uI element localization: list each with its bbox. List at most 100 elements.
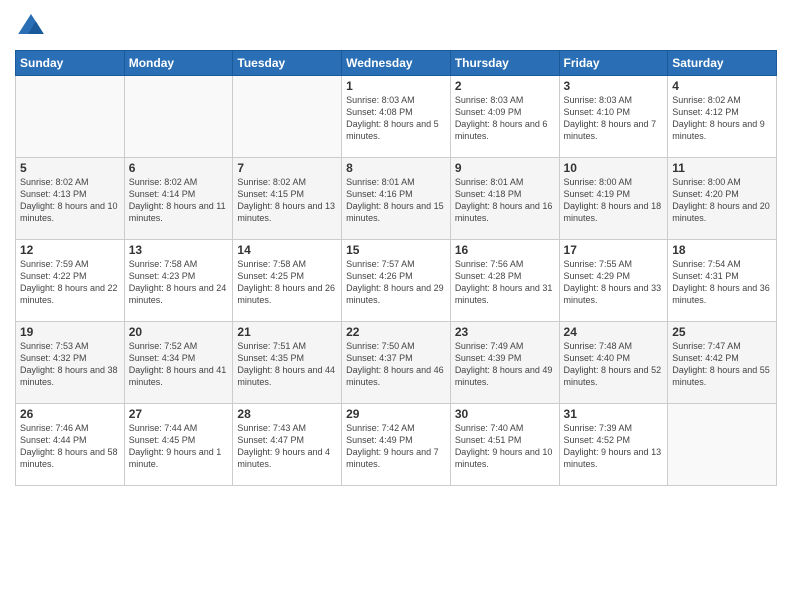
day-info: Sunrise: 7:48 AM Sunset: 4:40 PM Dayligh… bbox=[564, 340, 664, 389]
day-number: 17 bbox=[564, 243, 664, 257]
calendar-cell: 12Sunrise: 7:59 AM Sunset: 4:22 PM Dayli… bbox=[16, 240, 125, 322]
day-info: Sunrise: 8:03 AM Sunset: 4:09 PM Dayligh… bbox=[455, 94, 555, 143]
day-info: Sunrise: 7:40 AM Sunset: 4:51 PM Dayligh… bbox=[455, 422, 555, 471]
calendar-cell: 3Sunrise: 8:03 AM Sunset: 4:10 PM Daylig… bbox=[559, 76, 668, 158]
day-number: 22 bbox=[346, 325, 446, 339]
day-info: Sunrise: 8:02 AM Sunset: 4:13 PM Dayligh… bbox=[20, 176, 120, 225]
calendar-cell: 30Sunrise: 7:40 AM Sunset: 4:51 PM Dayli… bbox=[450, 404, 559, 486]
day-number: 28 bbox=[237, 407, 337, 421]
day-info: Sunrise: 8:00 AM Sunset: 4:19 PM Dayligh… bbox=[564, 176, 664, 225]
day-number: 24 bbox=[564, 325, 664, 339]
weekday-header-tuesday: Tuesday bbox=[233, 51, 342, 76]
calendar-cell: 1Sunrise: 8:03 AM Sunset: 4:08 PM Daylig… bbox=[342, 76, 451, 158]
day-info: Sunrise: 7:43 AM Sunset: 4:47 PM Dayligh… bbox=[237, 422, 337, 471]
calendar-cell bbox=[668, 404, 777, 486]
day-info: Sunrise: 7:57 AM Sunset: 4:26 PM Dayligh… bbox=[346, 258, 446, 307]
day-number: 31 bbox=[564, 407, 664, 421]
day-number: 27 bbox=[129, 407, 229, 421]
day-info: Sunrise: 7:59 AM Sunset: 4:22 PM Dayligh… bbox=[20, 258, 120, 307]
calendar-week-1: 1Sunrise: 8:03 AM Sunset: 4:08 PM Daylig… bbox=[16, 76, 777, 158]
day-number: 26 bbox=[20, 407, 120, 421]
day-info: Sunrise: 7:46 AM Sunset: 4:44 PM Dayligh… bbox=[20, 422, 120, 471]
calendar-cell: 28Sunrise: 7:43 AM Sunset: 4:47 PM Dayli… bbox=[233, 404, 342, 486]
calendar-cell: 9Sunrise: 8:01 AM Sunset: 4:18 PM Daylig… bbox=[450, 158, 559, 240]
day-info: Sunrise: 7:50 AM Sunset: 4:37 PM Dayligh… bbox=[346, 340, 446, 389]
day-number: 16 bbox=[455, 243, 555, 257]
day-info: Sunrise: 8:01 AM Sunset: 4:16 PM Dayligh… bbox=[346, 176, 446, 225]
day-info: Sunrise: 7:49 AM Sunset: 4:39 PM Dayligh… bbox=[455, 340, 555, 389]
day-number: 2 bbox=[455, 79, 555, 93]
calendar-cell: 16Sunrise: 7:56 AM Sunset: 4:28 PM Dayli… bbox=[450, 240, 559, 322]
day-number: 15 bbox=[346, 243, 446, 257]
day-number: 6 bbox=[129, 161, 229, 175]
calendar-cell: 6Sunrise: 8:02 AM Sunset: 4:14 PM Daylig… bbox=[124, 158, 233, 240]
calendar-cell: 10Sunrise: 8:00 AM Sunset: 4:19 PM Dayli… bbox=[559, 158, 668, 240]
day-info: Sunrise: 7:52 AM Sunset: 4:34 PM Dayligh… bbox=[129, 340, 229, 389]
day-info: Sunrise: 8:02 AM Sunset: 4:15 PM Dayligh… bbox=[237, 176, 337, 225]
calendar-cell: 19Sunrise: 7:53 AM Sunset: 4:32 PM Dayli… bbox=[16, 322, 125, 404]
logo-icon bbox=[15, 10, 47, 42]
calendar-cell bbox=[16, 76, 125, 158]
day-number: 1 bbox=[346, 79, 446, 93]
calendar-week-3: 12Sunrise: 7:59 AM Sunset: 4:22 PM Dayli… bbox=[16, 240, 777, 322]
day-info: Sunrise: 8:02 AM Sunset: 4:12 PM Dayligh… bbox=[672, 94, 772, 143]
day-info: Sunrise: 7:47 AM Sunset: 4:42 PM Dayligh… bbox=[672, 340, 772, 389]
weekday-header-monday: Monday bbox=[124, 51, 233, 76]
calendar-cell: 25Sunrise: 7:47 AM Sunset: 4:42 PM Dayli… bbox=[668, 322, 777, 404]
day-info: Sunrise: 8:01 AM Sunset: 4:18 PM Dayligh… bbox=[455, 176, 555, 225]
calendar-cell: 27Sunrise: 7:44 AM Sunset: 4:45 PM Dayli… bbox=[124, 404, 233, 486]
weekday-header-sunday: Sunday bbox=[16, 51, 125, 76]
day-number: 4 bbox=[672, 79, 772, 93]
weekday-header-friday: Friday bbox=[559, 51, 668, 76]
calendar-header bbox=[15, 10, 777, 42]
calendar-cell: 14Sunrise: 7:58 AM Sunset: 4:25 PM Dayli… bbox=[233, 240, 342, 322]
calendar-cell: 7Sunrise: 8:02 AM Sunset: 4:15 PM Daylig… bbox=[233, 158, 342, 240]
calendar-cell: 2Sunrise: 8:03 AM Sunset: 4:09 PM Daylig… bbox=[450, 76, 559, 158]
day-info: Sunrise: 8:02 AM Sunset: 4:14 PM Dayligh… bbox=[129, 176, 229, 225]
calendar-cell: 24Sunrise: 7:48 AM Sunset: 4:40 PM Dayli… bbox=[559, 322, 668, 404]
calendar-cell: 13Sunrise: 7:58 AM Sunset: 4:23 PM Dayli… bbox=[124, 240, 233, 322]
day-number: 25 bbox=[672, 325, 772, 339]
day-number: 12 bbox=[20, 243, 120, 257]
calendar-cell bbox=[124, 76, 233, 158]
day-number: 14 bbox=[237, 243, 337, 257]
day-info: Sunrise: 7:44 AM Sunset: 4:45 PM Dayligh… bbox=[129, 422, 229, 471]
calendar-cell: 8Sunrise: 8:01 AM Sunset: 4:16 PM Daylig… bbox=[342, 158, 451, 240]
day-info: Sunrise: 8:03 AM Sunset: 4:10 PM Dayligh… bbox=[564, 94, 664, 143]
day-info: Sunrise: 7:51 AM Sunset: 4:35 PM Dayligh… bbox=[237, 340, 337, 389]
weekday-header-wednesday: Wednesday bbox=[342, 51, 451, 76]
calendar-week-2: 5Sunrise: 8:02 AM Sunset: 4:13 PM Daylig… bbox=[16, 158, 777, 240]
calendar-week-5: 26Sunrise: 7:46 AM Sunset: 4:44 PM Dayli… bbox=[16, 404, 777, 486]
calendar-cell: 21Sunrise: 7:51 AM Sunset: 4:35 PM Dayli… bbox=[233, 322, 342, 404]
calendar-cell bbox=[233, 76, 342, 158]
day-info: Sunrise: 7:39 AM Sunset: 4:52 PM Dayligh… bbox=[564, 422, 664, 471]
day-info: Sunrise: 7:55 AM Sunset: 4:29 PM Dayligh… bbox=[564, 258, 664, 307]
day-info: Sunrise: 7:58 AM Sunset: 4:23 PM Dayligh… bbox=[129, 258, 229, 307]
day-number: 5 bbox=[20, 161, 120, 175]
day-number: 3 bbox=[564, 79, 664, 93]
day-number: 8 bbox=[346, 161, 446, 175]
calendar-cell: 31Sunrise: 7:39 AM Sunset: 4:52 PM Dayli… bbox=[559, 404, 668, 486]
day-info: Sunrise: 7:53 AM Sunset: 4:32 PM Dayligh… bbox=[20, 340, 120, 389]
day-info: Sunrise: 8:00 AM Sunset: 4:20 PM Dayligh… bbox=[672, 176, 772, 225]
calendar-cell: 11Sunrise: 8:00 AM Sunset: 4:20 PM Dayli… bbox=[668, 158, 777, 240]
day-number: 18 bbox=[672, 243, 772, 257]
day-info: Sunrise: 7:56 AM Sunset: 4:28 PM Dayligh… bbox=[455, 258, 555, 307]
calendar-cell: 15Sunrise: 7:57 AM Sunset: 4:26 PM Dayli… bbox=[342, 240, 451, 322]
day-number: 7 bbox=[237, 161, 337, 175]
day-number: 19 bbox=[20, 325, 120, 339]
calendar-cell: 26Sunrise: 7:46 AM Sunset: 4:44 PM Dayli… bbox=[16, 404, 125, 486]
calendar-cell: 20Sunrise: 7:52 AM Sunset: 4:34 PM Dayli… bbox=[124, 322, 233, 404]
day-number: 11 bbox=[672, 161, 772, 175]
calendar-cell: 4Sunrise: 8:02 AM Sunset: 4:12 PM Daylig… bbox=[668, 76, 777, 158]
day-number: 9 bbox=[455, 161, 555, 175]
day-info: Sunrise: 7:58 AM Sunset: 4:25 PM Dayligh… bbox=[237, 258, 337, 307]
day-info: Sunrise: 7:54 AM Sunset: 4:31 PM Dayligh… bbox=[672, 258, 772, 307]
day-number: 29 bbox=[346, 407, 446, 421]
day-number: 30 bbox=[455, 407, 555, 421]
day-number: 20 bbox=[129, 325, 229, 339]
day-number: 13 bbox=[129, 243, 229, 257]
calendar-cell: 29Sunrise: 7:42 AM Sunset: 4:49 PM Dayli… bbox=[342, 404, 451, 486]
calendar-table: SundayMondayTuesdayWednesdayThursdayFrid… bbox=[15, 50, 777, 486]
logo bbox=[15, 10, 51, 42]
